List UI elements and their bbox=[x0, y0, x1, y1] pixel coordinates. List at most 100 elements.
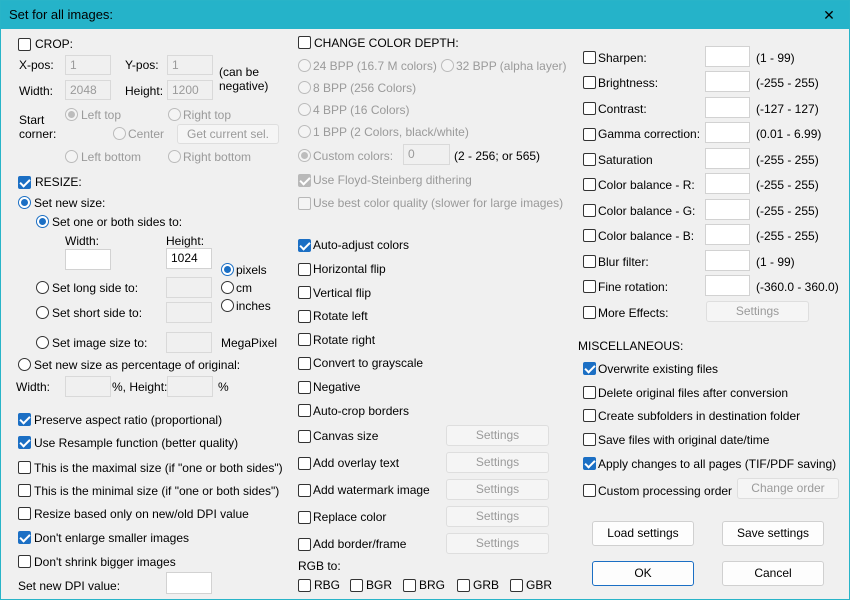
hflip-checkbox[interactable] bbox=[298, 263, 311, 276]
crop-xpos-input[interactable]: 1 bbox=[65, 55, 111, 75]
fine-rotation-input[interactable] bbox=[705, 275, 750, 296]
crop-ypos-input[interactable]: 1 bbox=[167, 55, 213, 75]
brightness-checkbox[interactable] bbox=[583, 76, 596, 89]
canvas-size-checkbox[interactable] bbox=[298, 430, 311, 443]
canvas-settings-button[interactable]: Settings bbox=[446, 425, 549, 446]
negative-checkbox[interactable] bbox=[298, 381, 311, 394]
crop-center-radio[interactable] bbox=[113, 127, 126, 140]
rgb-gbr-checkbox[interactable] bbox=[510, 579, 523, 592]
original-date-checkbox[interactable] bbox=[583, 433, 596, 446]
crop-height-input[interactable]: 1200 bbox=[167, 80, 213, 100]
resize-width-input[interactable] bbox=[65, 249, 111, 270]
color-depth-checkbox[interactable] bbox=[298, 36, 311, 49]
blur-input[interactable] bbox=[705, 250, 750, 271]
pct-width-input[interactable] bbox=[65, 376, 111, 397]
best-quality-checkbox[interactable] bbox=[298, 197, 311, 210]
bpp24-radio[interactable] bbox=[298, 59, 311, 72]
delete-originals-checkbox[interactable] bbox=[583, 386, 596, 399]
rgb-bgr-checkbox[interactable] bbox=[350, 579, 363, 592]
short-side-input[interactable] bbox=[166, 302, 212, 323]
dpi-based-checkbox[interactable] bbox=[18, 507, 31, 520]
resize-checkbox[interactable] bbox=[18, 176, 31, 189]
watermark-settings-button[interactable]: Settings bbox=[446, 479, 549, 500]
color-balance-g-input[interactable] bbox=[705, 199, 750, 220]
vflip-checkbox[interactable] bbox=[298, 286, 311, 299]
gamma-checkbox[interactable] bbox=[583, 128, 596, 141]
crop-right-top-radio[interactable] bbox=[168, 108, 181, 121]
custom-colors-radio[interactable] bbox=[298, 149, 311, 162]
change-order-button[interactable]: Change order bbox=[737, 478, 839, 499]
color-balance-r-input[interactable] bbox=[705, 173, 750, 194]
overlay-settings-button[interactable]: Settings bbox=[446, 452, 549, 473]
rgb-brg-checkbox[interactable] bbox=[403, 579, 416, 592]
new-dpi-input[interactable] bbox=[166, 572, 212, 594]
color-balance-r-checkbox[interactable] bbox=[583, 178, 596, 191]
gamma-input[interactable] bbox=[705, 122, 750, 143]
apply-all-pages-checkbox[interactable] bbox=[583, 457, 596, 470]
contrast-checkbox[interactable] bbox=[583, 102, 596, 115]
dont-enlarge-checkbox[interactable] bbox=[18, 531, 31, 544]
grayscale-checkbox[interactable] bbox=[298, 357, 311, 370]
sharpen-checkbox[interactable] bbox=[583, 51, 596, 64]
crop-checkbox[interactable] bbox=[18, 38, 31, 51]
custom-order-checkbox[interactable] bbox=[583, 484, 596, 497]
replace-color-settings-button[interactable]: Settings bbox=[446, 506, 549, 527]
subfolders-checkbox[interactable] bbox=[583, 409, 596, 422]
saturation-checkbox[interactable] bbox=[583, 153, 596, 166]
fine-rotation-checkbox[interactable] bbox=[583, 280, 596, 293]
long-side-input[interactable] bbox=[166, 277, 212, 298]
auto-adjust-checkbox[interactable] bbox=[298, 239, 311, 252]
floyd-dithering-checkbox[interactable] bbox=[298, 174, 311, 187]
custom-colors-input[interactable]: 0 bbox=[403, 144, 450, 165]
brightness-input[interactable] bbox=[705, 71, 750, 92]
rotate-right-checkbox[interactable] bbox=[298, 333, 311, 346]
color-balance-b-input[interactable] bbox=[705, 224, 750, 245]
long-side-radio[interactable] bbox=[36, 281, 49, 294]
pct-height-input[interactable] bbox=[167, 376, 213, 397]
more-effects-checkbox[interactable] bbox=[583, 306, 596, 319]
cancel-button[interactable]: Cancel bbox=[722, 561, 824, 586]
one-or-both-sides-radio[interactable] bbox=[36, 215, 49, 228]
color-balance-b-checkbox[interactable] bbox=[583, 229, 596, 242]
rgb-grb-checkbox[interactable] bbox=[457, 579, 470, 592]
get-current-selection-button[interactable]: Get current sel. bbox=[177, 124, 279, 144]
bpp1-radio[interactable] bbox=[298, 125, 311, 138]
ok-button[interactable]: OK bbox=[592, 561, 694, 586]
contrast-input[interactable] bbox=[705, 97, 750, 118]
save-settings-button[interactable]: Save settings bbox=[722, 521, 824, 546]
overlay-text-checkbox[interactable] bbox=[298, 457, 311, 470]
crop-left-top-radio[interactable] bbox=[65, 108, 78, 121]
unit-inches-radio[interactable] bbox=[221, 299, 234, 312]
preserve-aspect-checkbox[interactable] bbox=[18, 413, 31, 426]
overwrite-checkbox[interactable] bbox=[583, 362, 596, 375]
crop-width-input[interactable]: 2048 bbox=[65, 80, 111, 100]
more-effects-settings-button[interactable]: Settings bbox=[706, 301, 809, 322]
minimal-size-checkbox[interactable] bbox=[18, 484, 31, 497]
rotate-left-checkbox[interactable] bbox=[298, 310, 311, 323]
bpp4-radio[interactable] bbox=[298, 103, 311, 116]
unit-pixels-radio[interactable] bbox=[221, 263, 234, 276]
color-balance-g-checkbox[interactable] bbox=[583, 204, 596, 217]
border-settings-button[interactable]: Settings bbox=[446, 533, 549, 554]
autocrop-checkbox[interactable] bbox=[298, 404, 311, 417]
crop-right-bottom-radio[interactable] bbox=[168, 150, 181, 163]
resample-checkbox[interactable] bbox=[18, 436, 31, 449]
watermark-checkbox[interactable] bbox=[298, 484, 311, 497]
image-size-radio[interactable] bbox=[36, 336, 49, 349]
load-settings-button[interactable]: Load settings bbox=[592, 521, 694, 546]
bpp32-radio[interactable] bbox=[441, 59, 454, 72]
sharpen-input[interactable] bbox=[705, 46, 750, 67]
blur-checkbox[interactable] bbox=[583, 255, 596, 268]
saturation-input[interactable] bbox=[705, 148, 750, 169]
bpp8-radio[interactable] bbox=[298, 81, 311, 94]
megapixel-input[interactable] bbox=[166, 332, 212, 353]
crop-left-bottom-radio[interactable] bbox=[65, 150, 78, 163]
set-new-size-radio[interactable] bbox=[18, 196, 31, 209]
dont-shrink-checkbox[interactable] bbox=[18, 555, 31, 568]
border-frame-checkbox[interactable] bbox=[298, 538, 311, 551]
rgb-rbg-checkbox[interactable] bbox=[298, 579, 311, 592]
short-side-radio[interactable] bbox=[36, 306, 49, 319]
close-icon[interactable]: ✕ bbox=[819, 5, 839, 25]
resize-height-input[interactable]: 1024 bbox=[166, 248, 212, 269]
replace-color-checkbox[interactable] bbox=[298, 511, 311, 524]
